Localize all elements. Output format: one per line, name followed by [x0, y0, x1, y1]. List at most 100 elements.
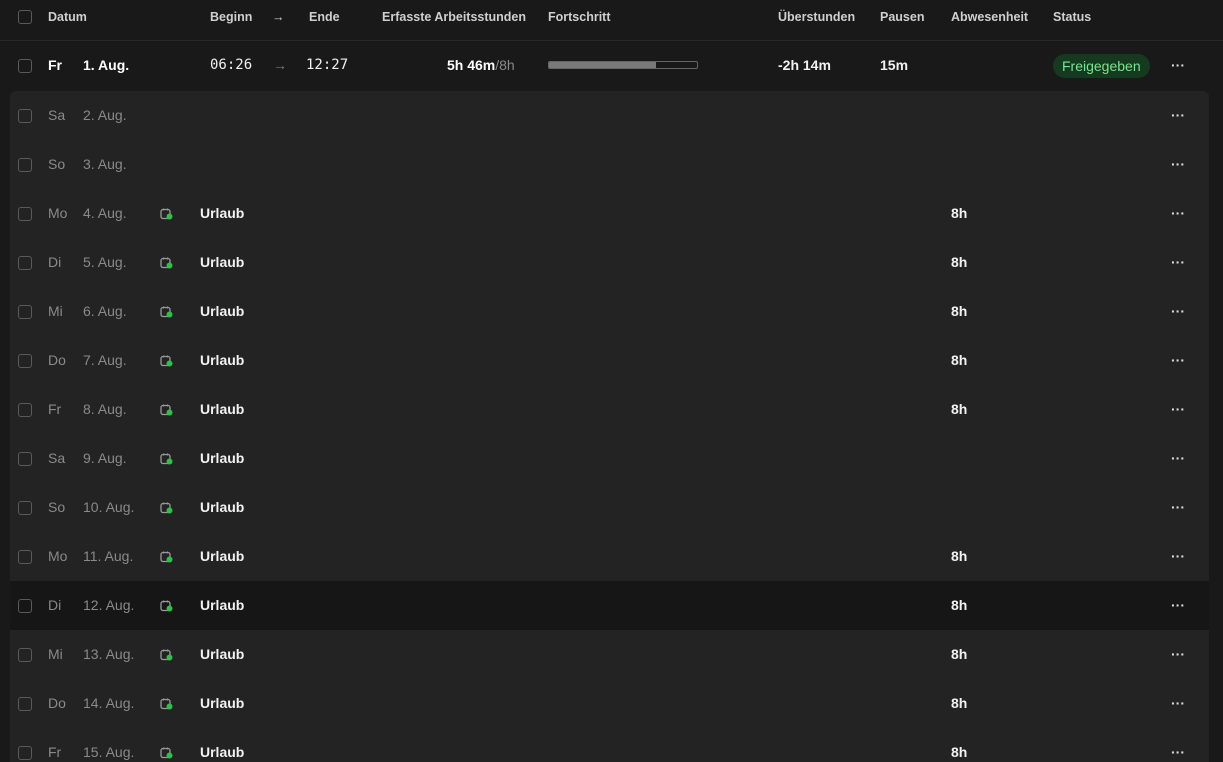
absence-type: Urlaub	[200, 499, 245, 515]
table-row[interactable]: So 3. Aug. ···	[10, 140, 1209, 189]
absence-hours: 8h	[951, 597, 968, 613]
absence-hours: 8h	[951, 205, 968, 221]
tracked-hours: 5h 46m/8h	[447, 41, 515, 90]
absence-rows-panel: Sa 2. Aug. ··· So 3. Aug. ··· Mo 4. Aug. Urlaub 8…	[10, 91, 1209, 762]
absence-type: Urlaub	[200, 450, 245, 466]
col-status[interactable]: Status	[1053, 10, 1091, 24]
more-horizontal-icon[interactable]: ···	[1171, 483, 1185, 532]
row-day: So	[48, 499, 66, 515]
more-horizontal-icon[interactable]: ···	[1171, 238, 1185, 287]
row-checkbox[interactable]	[18, 305, 32, 319]
col-beginn[interactable]: Beginn	[210, 10, 252, 24]
row-checkbox[interactable]	[18, 403, 32, 417]
table-row[interactable]: Do 14. Aug. Urlaub 8h ···	[10, 679, 1209, 728]
table-row[interactable]: Do 7. Aug. Urlaub 8h ···	[10, 336, 1209, 385]
absence-hours: 8h	[951, 303, 968, 319]
table-row[interactable]: Mi 13. Aug. Urlaub 8h ···	[10, 630, 1209, 679]
more-horizontal-icon[interactable]: ···	[1171, 91, 1185, 140]
calendar-check-icon	[160, 305, 173, 318]
more-horizontal-icon[interactable]: ···	[1171, 679, 1185, 728]
absence-type: Urlaub	[200, 695, 245, 711]
row-checkbox[interactable]	[18, 158, 32, 172]
row-checkbox[interactable]	[18, 697, 32, 711]
absence-type: Urlaub	[200, 548, 245, 564]
end-time[interactable]: 12:27	[306, 41, 348, 90]
row-date: 2. Aug.	[83, 107, 127, 123]
row-date: 3. Aug.	[83, 156, 127, 172]
row-date: 8. Aug.	[83, 401, 127, 417]
progress-bar	[548, 61, 698, 69]
absence-type: Urlaub	[200, 352, 245, 368]
row-checkbox[interactable]	[18, 207, 32, 221]
row-day: So	[48, 156, 66, 172]
row-checkbox[interactable]	[18, 109, 32, 123]
start-time[interactable]: 06:26	[210, 41, 252, 90]
row-date: 9. Aug.	[83, 450, 127, 466]
col-abwesenheit[interactable]: Abwesenheit	[951, 10, 1028, 24]
table-row[interactable]: Di 12. Aug. Urlaub 8h ···	[10, 581, 1209, 630]
col-erfasste-arbeitsstunden[interactable]: Erfasste Arbeitsstunden	[382, 10, 526, 24]
table-row[interactable]: Sa 9. Aug. Urlaub ···	[10, 434, 1209, 483]
row-day: Mi	[48, 646, 63, 662]
table-row[interactable]: Di 5. Aug. Urlaub 8h ···	[10, 238, 1209, 287]
more-horizontal-icon[interactable]: ···	[1171, 287, 1185, 336]
arrow-icon: →	[273, 57, 287, 73]
row-date: 7. Aug.	[83, 352, 127, 368]
absence-hours: 8h	[951, 548, 968, 564]
calendar-check-icon	[160, 403, 173, 416]
more-horizontal-icon[interactable]: ···	[1171, 728, 1185, 762]
more-horizontal-icon[interactable]: ···	[1171, 385, 1185, 434]
row-checkbox[interactable]	[18, 452, 32, 466]
col-ende[interactable]: Ende	[309, 10, 340, 24]
calendar-check-icon	[160, 207, 173, 220]
table-row-first[interactable]: Fr 1. Aug. 06:26 → 12:27 5h 46m/8h -2h 1…	[0, 41, 1223, 91]
row-checkbox[interactable]	[18, 648, 32, 662]
row-day: Do	[48, 352, 66, 368]
table-row[interactable]: Sa 2. Aug. ···	[10, 91, 1209, 140]
pause-value: 15m	[880, 57, 909, 73]
table-row[interactable]: Mi 6. Aug. Urlaub 8h ···	[10, 287, 1209, 336]
row-day: Di	[48, 597, 62, 613]
absence-type: Urlaub	[200, 646, 245, 662]
select-all-checkbox[interactable]	[18, 10, 32, 24]
more-horizontal-icon[interactable]: ···	[1171, 41, 1185, 90]
row-day: Di	[48, 254, 62, 270]
more-horizontal-icon[interactable]: ···	[1171, 434, 1185, 483]
row-day: Fr	[48, 401, 62, 417]
col-ueberstunden[interactable]: Überstunden	[778, 10, 855, 24]
table-row[interactable]: So 10. Aug. Urlaub ···	[10, 483, 1209, 532]
col-pausen[interactable]: Pausen	[880, 10, 924, 24]
table-row[interactable]: Fr 15. Aug. Urlaub 8h ···	[10, 728, 1209, 762]
row-day: Sa	[48, 107, 66, 123]
more-horizontal-icon[interactable]: ···	[1171, 189, 1185, 238]
row-checkbox[interactable]	[18, 599, 32, 613]
more-horizontal-icon[interactable]: ···	[1171, 630, 1185, 679]
row-day: Mo	[48, 205, 68, 221]
calendar-check-icon	[160, 354, 173, 367]
table-row[interactable]: Mo 11. Aug. Urlaub 8h ···	[10, 532, 1209, 581]
row-day: Sa	[48, 450, 66, 466]
more-horizontal-icon[interactable]: ···	[1171, 336, 1185, 385]
col-datum[interactable]: Datum	[48, 10, 87, 24]
row-checkbox[interactable]	[18, 256, 32, 270]
row-checkbox[interactable]	[18, 746, 32, 760]
absence-hours: 8h	[951, 744, 968, 760]
row-checkbox[interactable]	[18, 59, 32, 73]
calendar-check-icon	[160, 550, 173, 563]
row-checkbox[interactable]	[18, 550, 32, 564]
row-day: Do	[48, 695, 66, 711]
row-checkbox[interactable]	[18, 501, 32, 515]
col-fortschritt[interactable]: Fortschritt	[548, 10, 611, 24]
row-checkbox[interactable]	[18, 354, 32, 368]
absence-type: Urlaub	[200, 597, 245, 613]
more-horizontal-icon[interactable]: ···	[1171, 532, 1185, 581]
calendar-check-icon	[160, 599, 173, 612]
absence-type: Urlaub	[200, 744, 245, 760]
row-date: 6. Aug.	[83, 303, 127, 319]
more-horizontal-icon[interactable]: ···	[1171, 140, 1185, 189]
absence-hours: 8h	[951, 695, 968, 711]
row-date: 1. Aug.	[83, 57, 130, 73]
table-row[interactable]: Fr 8. Aug. Urlaub 8h ···	[10, 385, 1209, 434]
table-row[interactable]: Mo 4. Aug. Urlaub 8h ···	[10, 189, 1209, 238]
more-horizontal-icon[interactable]: ···	[1171, 581, 1185, 630]
